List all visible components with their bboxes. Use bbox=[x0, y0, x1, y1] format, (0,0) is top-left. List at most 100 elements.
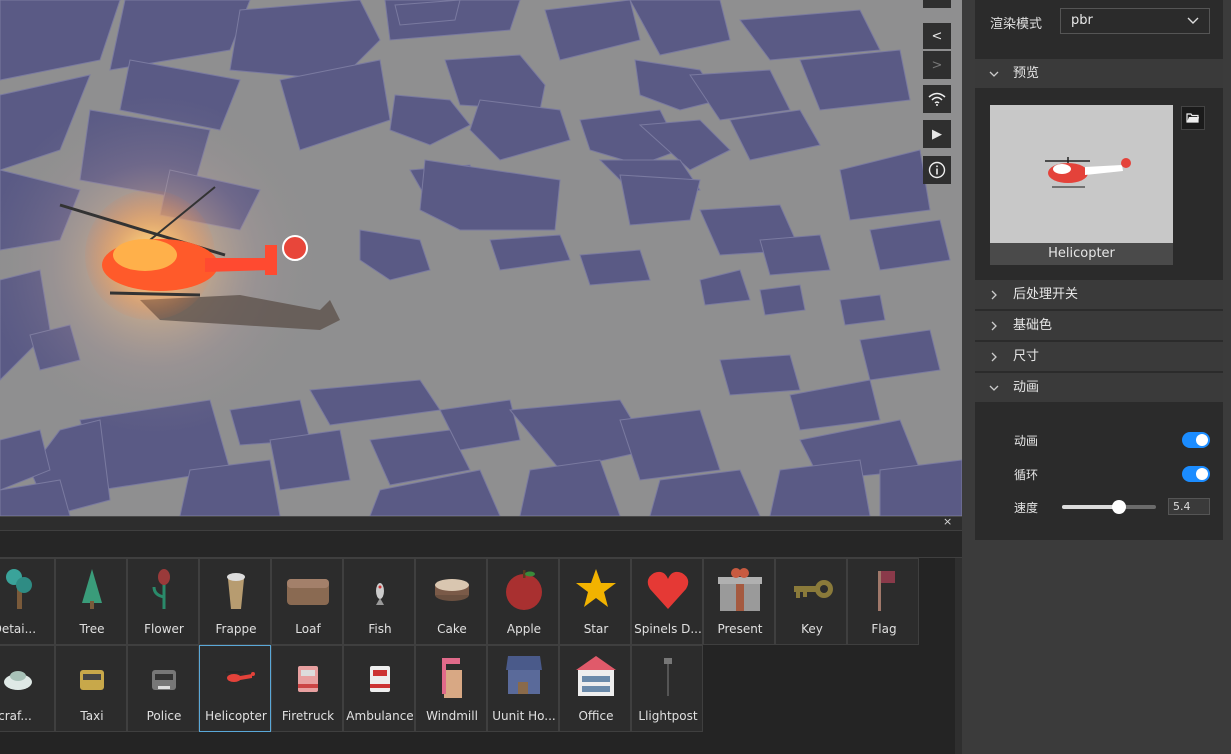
asset-tile-label: Apple bbox=[506, 622, 542, 636]
asset-tile-fish[interactable]: Fish bbox=[343, 558, 415, 645]
asset-tile-label: Fish bbox=[368, 622, 392, 636]
asset-tile-heart[interactable]: Spinels D... bbox=[631, 558, 703, 645]
apple-icon bbox=[488, 559, 558, 619]
speed-label: 速度 bbox=[1014, 501, 1039, 515]
asset-tile-firetruck[interactable]: Firetruck bbox=[271, 645, 343, 732]
chevron-down-icon bbox=[1187, 9, 1199, 42]
heart-icon bbox=[632, 559, 702, 619]
firetruck-icon bbox=[272, 646, 342, 706]
section-preview[interactable]: 预览 bbox=[975, 58, 1223, 88]
asset-tile-loaf[interactable]: Loaf bbox=[271, 558, 343, 645]
inspector-panel: 渲染模式 pbr 预览 Helicopter 后处理开关 基础色 尺寸 动画 动… bbox=[975, 0, 1223, 540]
house-icon bbox=[488, 646, 558, 706]
loop-toggle[interactable] bbox=[1182, 466, 1210, 482]
frappe-icon bbox=[200, 559, 270, 619]
scene-viewport[interactable]: < > ▶ bbox=[0, 0, 962, 516]
asset-tile-ambulance[interactable]: Ambulance bbox=[343, 645, 415, 732]
office-icon bbox=[560, 646, 630, 706]
section-preview-title: 预览 bbox=[1013, 66, 1040, 81]
open-folder-button[interactable] bbox=[1181, 106, 1205, 130]
ambulance-icon bbox=[344, 646, 414, 706]
asset-tile-watercraft[interactable]: atercraf... bbox=[0, 645, 55, 732]
section-base-color[interactable]: 基础色 bbox=[975, 310, 1223, 340]
info-icon[interactable] bbox=[923, 156, 951, 184]
asset-tile-flag[interactable]: Flag bbox=[847, 558, 919, 645]
section-animation[interactable]: 动画 bbox=[975, 372, 1223, 402]
close-icon[interactable]: × bbox=[943, 515, 952, 528]
asset-tile-label: Present bbox=[717, 622, 763, 636]
asset-tile-present[interactable]: Present bbox=[703, 558, 775, 645]
collapse-right-icon[interactable]: > bbox=[923, 51, 951, 79]
asset-tile-helicopter[interactable]: Helicopter bbox=[199, 645, 271, 732]
toggle-knob bbox=[1196, 468, 1208, 480]
watercraft-icon bbox=[0, 646, 54, 706]
loaf-icon bbox=[272, 559, 342, 619]
asset-tile-star[interactable]: Star bbox=[559, 558, 631, 645]
speed-slider-fill bbox=[1062, 505, 1120, 509]
asset-tile-label: Ambulance bbox=[346, 709, 414, 723]
tree-icon bbox=[56, 559, 126, 619]
asset-tile-house[interactable]: Uunit Ho... bbox=[487, 645, 559, 732]
asset-tile-label: Helicopter bbox=[205, 709, 267, 723]
render-mode-select[interactable]: pbr bbox=[1060, 8, 1210, 34]
key-icon bbox=[776, 559, 846, 619]
asset-tile-taxi[interactable]: Taxi bbox=[55, 645, 127, 732]
asset-tile-lightpost[interactable]: Llightpost bbox=[631, 645, 703, 732]
asset-library-toolbar bbox=[0, 530, 962, 558]
asset-tile-label: Frappe bbox=[215, 622, 257, 636]
flower-icon bbox=[128, 559, 198, 619]
section-size[interactable]: 尺寸 bbox=[975, 341, 1223, 371]
app-root: < > ▶ 渲染模式 pbr 预览 Helicopter 后处理开关 基础色 尺… bbox=[0, 0, 1231, 754]
asset-tile-label: Windmill bbox=[426, 709, 478, 723]
helicopter-icon bbox=[200, 646, 270, 706]
asset-tile-label: Taxi bbox=[80, 709, 104, 723]
asset-tile-flower[interactable]: Flower bbox=[127, 558, 199, 645]
city-scene bbox=[0, 0, 962, 516]
wifi-icon[interactable] bbox=[923, 85, 951, 113]
toolbar-top-stub bbox=[923, 0, 951, 8]
preview-image: Helicopter bbox=[990, 105, 1173, 265]
play-icon[interactable]: ▶ bbox=[923, 120, 951, 148]
asset-tile-label: Key bbox=[801, 622, 823, 636]
speed-value-input[interactable]: 5.4 bbox=[1168, 498, 1210, 515]
render-mode-label: 渲染模式 bbox=[990, 17, 1043, 32]
asset-tile-label: Loaf bbox=[295, 622, 321, 636]
asset-tile-tree[interactable]: Tree bbox=[55, 558, 127, 645]
speed-slider[interactable] bbox=[1062, 500, 1156, 514]
asset-tile-label: Police bbox=[146, 709, 182, 723]
asset-tile-frappe[interactable]: Frappe bbox=[199, 558, 271, 645]
taxi-icon bbox=[56, 646, 126, 706]
asset-tile-label: atercraf... bbox=[0, 709, 32, 723]
section-base-color-title: 基础色 bbox=[1013, 318, 1053, 333]
asset-tile-label: Uunit Ho... bbox=[492, 709, 556, 723]
section-animation-title: 动画 bbox=[1013, 380, 1040, 395]
windmill-icon bbox=[416, 646, 486, 706]
star-icon bbox=[560, 559, 630, 619]
asset-tile-police[interactable]: Police bbox=[127, 645, 199, 732]
asset-library-header: × bbox=[0, 515, 962, 530]
section-post-processing[interactable]: 后处理开关 bbox=[975, 279, 1223, 309]
asset-tile-tree-detail[interactable]: ee Detai... bbox=[0, 558, 55, 645]
lightpost-icon bbox=[632, 646, 702, 706]
asset-tile-label: Flag bbox=[871, 622, 897, 636]
asset-tile-key[interactable]: Key bbox=[775, 558, 847, 645]
asset-tile-label: Spinels D... bbox=[634, 622, 702, 636]
present-icon bbox=[704, 559, 774, 619]
animation-toggle[interactable] bbox=[1182, 432, 1210, 448]
render-mode-row: 渲染模式 pbr bbox=[975, 0, 1223, 50]
flag-icon bbox=[848, 559, 918, 619]
section-size-title: 尺寸 bbox=[1013, 349, 1040, 364]
tree-detail-icon bbox=[0, 559, 54, 619]
preview-caption: Helicopter bbox=[990, 243, 1173, 265]
render-mode-value: pbr bbox=[1071, 13, 1093, 28]
asset-tile-apple[interactable]: Apple bbox=[487, 558, 559, 645]
asset-tile-label: Firetruck bbox=[281, 709, 335, 723]
asset-tile-label: Office bbox=[578, 709, 614, 723]
asset-tile-cake[interactable]: Cake bbox=[415, 558, 487, 645]
collapse-left-icon[interactable]: < bbox=[923, 23, 951, 49]
asset-tile-windmill[interactable]: Windmill bbox=[415, 645, 487, 732]
folder-icon bbox=[1186, 113, 1199, 123]
asset-tile-office[interactable]: Office bbox=[559, 645, 631, 732]
asset-scrollbar[interactable] bbox=[955, 558, 962, 754]
asset-library: × ee Detai... Tree Flower Frappe Loaf Fish Cak… bbox=[0, 515, 962, 754]
